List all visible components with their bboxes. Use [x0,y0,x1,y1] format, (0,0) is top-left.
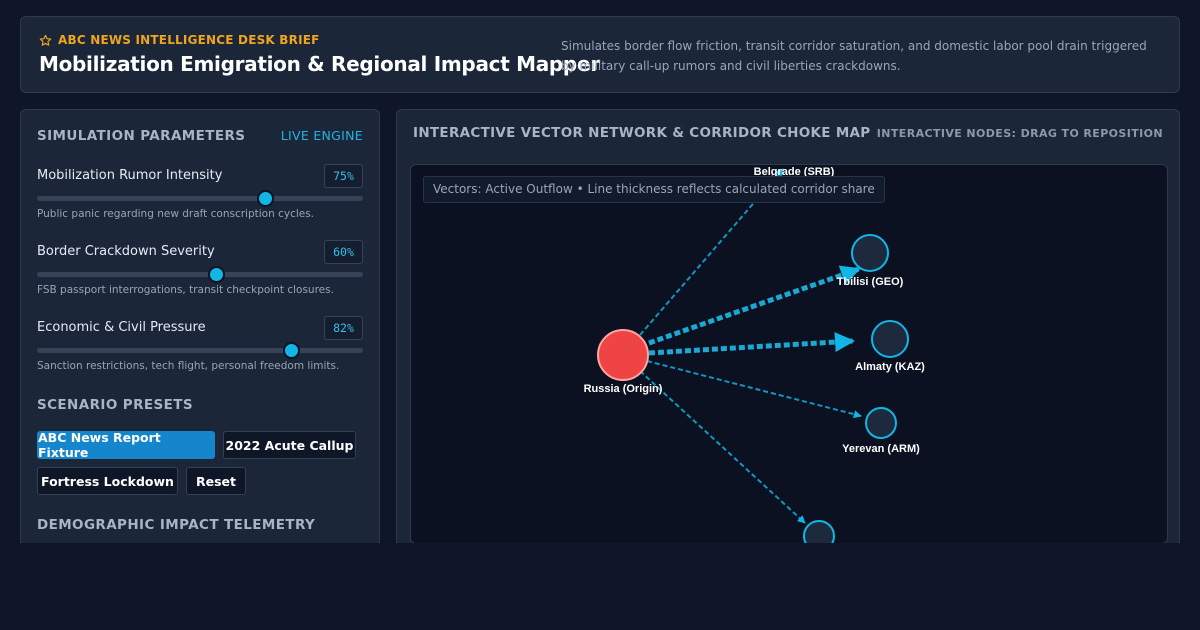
node-almaty[interactable] [871,320,909,358]
header-card: ABC NEWS INTELLIGENCE DESK BRIEF Mobiliz… [20,16,1180,93]
node-tbilisi[interactable] [851,234,889,272]
network-graph[interactable]: Belgrade (SRB) Tbilisi (GEO) Almaty (KAZ… [411,165,1168,543]
reset-button[interactable]: Reset [186,467,246,495]
economic-pressure-slider[interactable] [37,342,363,359]
param-description: FSB passport interrogations, transit che… [37,284,334,296]
param-description: Sanction restrictions, tech flight, pers… [37,360,340,372]
presets-heading: SCENARIO PRESETS [37,397,193,413]
mobilization-rumor-slider[interactable] [37,190,363,207]
slider-thumb[interactable] [257,190,275,207]
live-engine-badge: LIVE ENGINE [280,128,363,143]
vector-almaty [648,332,855,356]
param-value: 75% [324,164,363,188]
vector-tbilisi [648,265,861,346]
param-economic-pressure: Economic & Civil Pressure 82% Sanction r… [37,316,363,386]
param-label: Economic & Civil Pressure [37,320,206,335]
slider-thumb[interactable] [283,342,301,359]
node-south[interactable] [803,520,835,543]
preset-fortress-lockdown-button[interactable]: Fortress Lockdown [37,467,178,495]
node-label-origin: Russia (Origin) [584,383,663,395]
map-title: INTERACTIVE VECTOR NETWORK & CORRIDOR CH… [413,125,871,141]
map-panel: INTERACTIVE VECTOR NETWORK & CORRIDOR CH… [396,109,1180,543]
parameters-heading: SIMULATION PARAMETERS [37,128,246,144]
vector-legend: Vectors: Active Outflow • Line thickness… [423,176,885,203]
simulation-panel: SIMULATION PARAMETERS LIVE ENGINE Mobili… [20,109,380,543]
param-value: 60% [324,240,363,264]
node-label-yerevan: Yerevan (ARM) [842,443,920,455]
preset-abc-news-button[interactable]: ABC News Report Fixture [37,430,215,460]
slider-thumb[interactable] [208,266,226,283]
page-title: Mobilization Emigration & Regional Impac… [39,52,600,76]
star-icon [39,34,52,46]
param-border-crackdown: Border Crackdown Severity 60% FSB passpo… [37,240,363,310]
border-crackdown-slider[interactable] [37,266,363,283]
preset-2022-callup-button[interactable]: 2022 Acute Callup [223,431,356,459]
param-mobilization-rumor: Mobilization Rumor Intensity 75% Public … [37,164,363,234]
network-canvas[interactable]: Belgrade (SRB) Tbilisi (GEO) Almaty (KAZ… [410,164,1168,543]
node-russia-origin[interactable] [597,329,649,381]
node-label-tbilisi: Tbilisi (GEO) [837,276,904,288]
node-yerevan[interactable] [865,407,897,439]
vector-south [639,370,806,524]
map-hint: INTERACTIVE NODES: DRAG TO REPOSITION [876,127,1163,140]
vector-yerevan [646,360,862,419]
param-description: Public panic regarding new draft conscri… [37,208,315,220]
param-value: 82% [324,316,363,340]
param-label: Border Crackdown Severity [37,244,215,259]
brief-text: ABC NEWS INTELLIGENCE DESK BRIEF [58,33,320,47]
brief-label: ABC NEWS INTELLIGENCE DESK BRIEF [39,33,320,47]
telemetry-heading: DEMOGRAPHIC IMPACT TELEMETRY [37,517,316,533]
page-description: Simulates border flow friction, transit … [561,39,1147,73]
node-label-almaty: Almaty (KAZ) [855,361,925,373]
param-label: Mobilization Rumor Intensity [37,168,223,183]
